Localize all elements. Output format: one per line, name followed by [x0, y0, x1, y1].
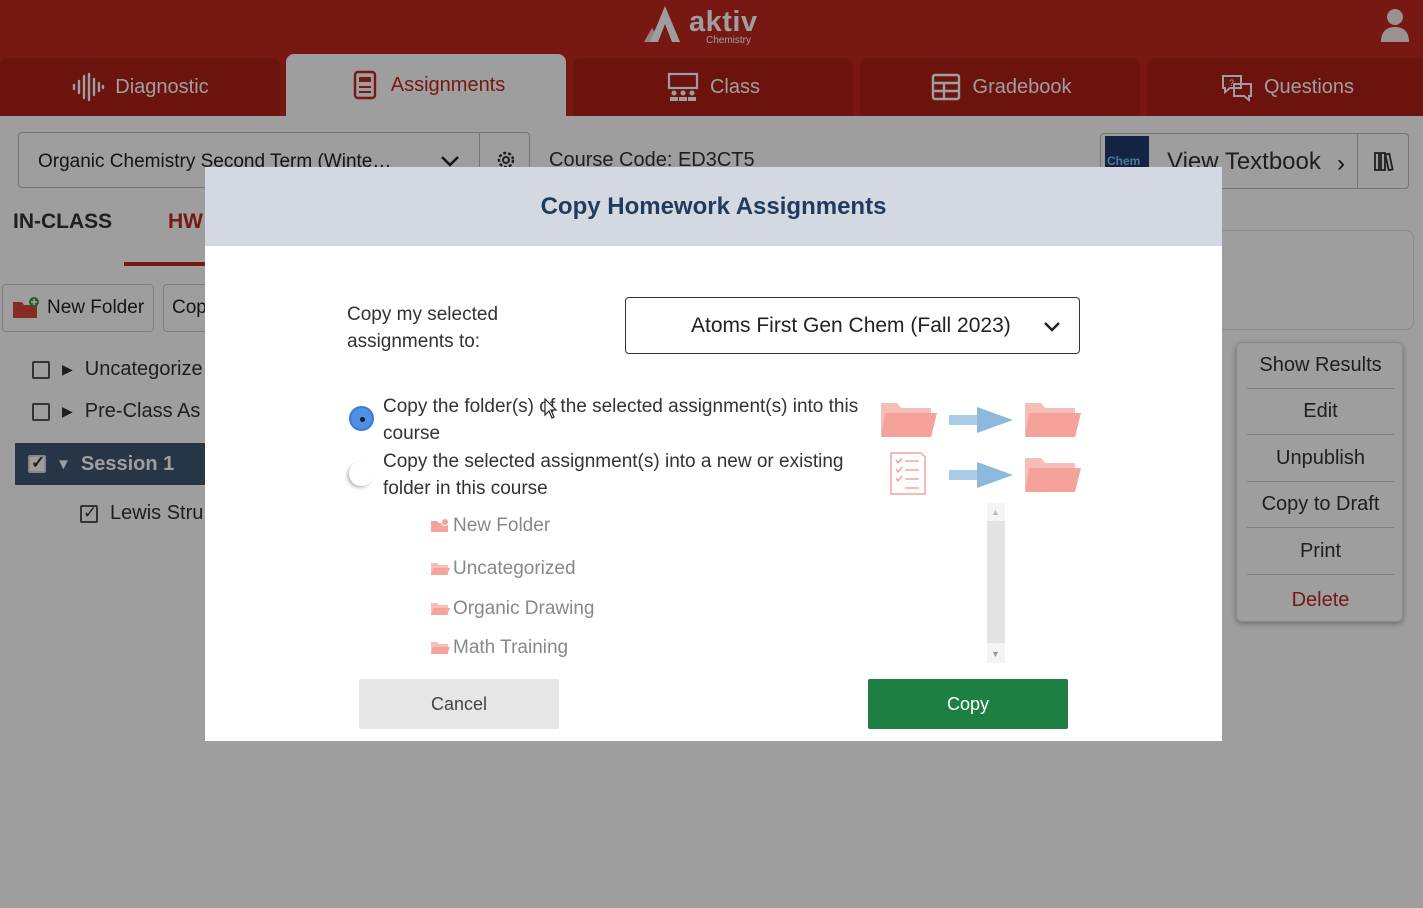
folder-icon [1025, 403, 1081, 437]
folder-icon [431, 603, 450, 615]
copy-submit-button[interactable]: Copy [868, 679, 1068, 729]
arrow-right-icon [949, 407, 1013, 433]
dialog-title: Copy Homework Assignments [205, 167, 1222, 246]
folder-icon [1025, 458, 1081, 492]
copy-folders-option-label[interactable]: Copy the folder(s) of the selected assig… [383, 393, 873, 447]
folder-list-scrollbar[interactable]: ▲ ▼ [987, 503, 1005, 663]
copy-into-folder-radio[interactable] [349, 461, 374, 486]
scrollbar-thumb[interactable] [987, 521, 1005, 643]
folder-icon [431, 642, 450, 654]
folder-option-label: Uncategorized [453, 558, 576, 579]
target-course-select[interactable]: Atoms First Gen Chem (Fall 2023) [625, 297, 1080, 354]
folder-option-label: Math Training [453, 637, 569, 658]
scroll-down-arrow-icon[interactable]: ▼ [991, 649, 1000, 659]
folder-option-math-training[interactable]: Math Training [430, 637, 568, 659]
assignment-to-folder-illustration [890, 452, 1081, 495]
checklist-icon [890, 452, 926, 495]
folder-option-label: New Folder [453, 515, 551, 536]
folder-icon [881, 403, 937, 437]
mouse-cursor-icon [544, 398, 558, 419]
folder-picker-list[interactable]: New Folder Uncategorized Organic Drawing… [425, 503, 1005, 663]
new-folder-icon [431, 518, 449, 532]
copy-assignments-dialog: Copy Homework Assignments Copy my select… [205, 167, 1222, 741]
folder-option-label: Organic Drawing [453, 598, 595, 619]
folder-option-new[interactable]: New Folder [430, 515, 550, 537]
folder-to-folder-illustration [881, 403, 1081, 437]
cancel-button[interactable]: Cancel [359, 679, 559, 729]
folder-option-uncategorized[interactable]: Uncategorized [430, 558, 576, 580]
folder-icon [431, 563, 450, 575]
chevron-down-icon [1044, 322, 1060, 332]
copy-into-folder-option-label[interactable]: Copy the selected assignment(s) into a n… [383, 448, 873, 502]
target-course-value: Atoms First Gen Chem (Fall 2023) [691, 314, 1011, 337]
scroll-up-arrow-icon[interactable]: ▲ [991, 507, 1000, 517]
arrow-right-icon [949, 462, 1013, 488]
copy-folders-radio[interactable] [349, 406, 374, 431]
folder-option-organic-drawing[interactable]: Organic Drawing [430, 598, 595, 620]
copy-to-label: Copy my selected assignments to: [347, 304, 499, 352]
